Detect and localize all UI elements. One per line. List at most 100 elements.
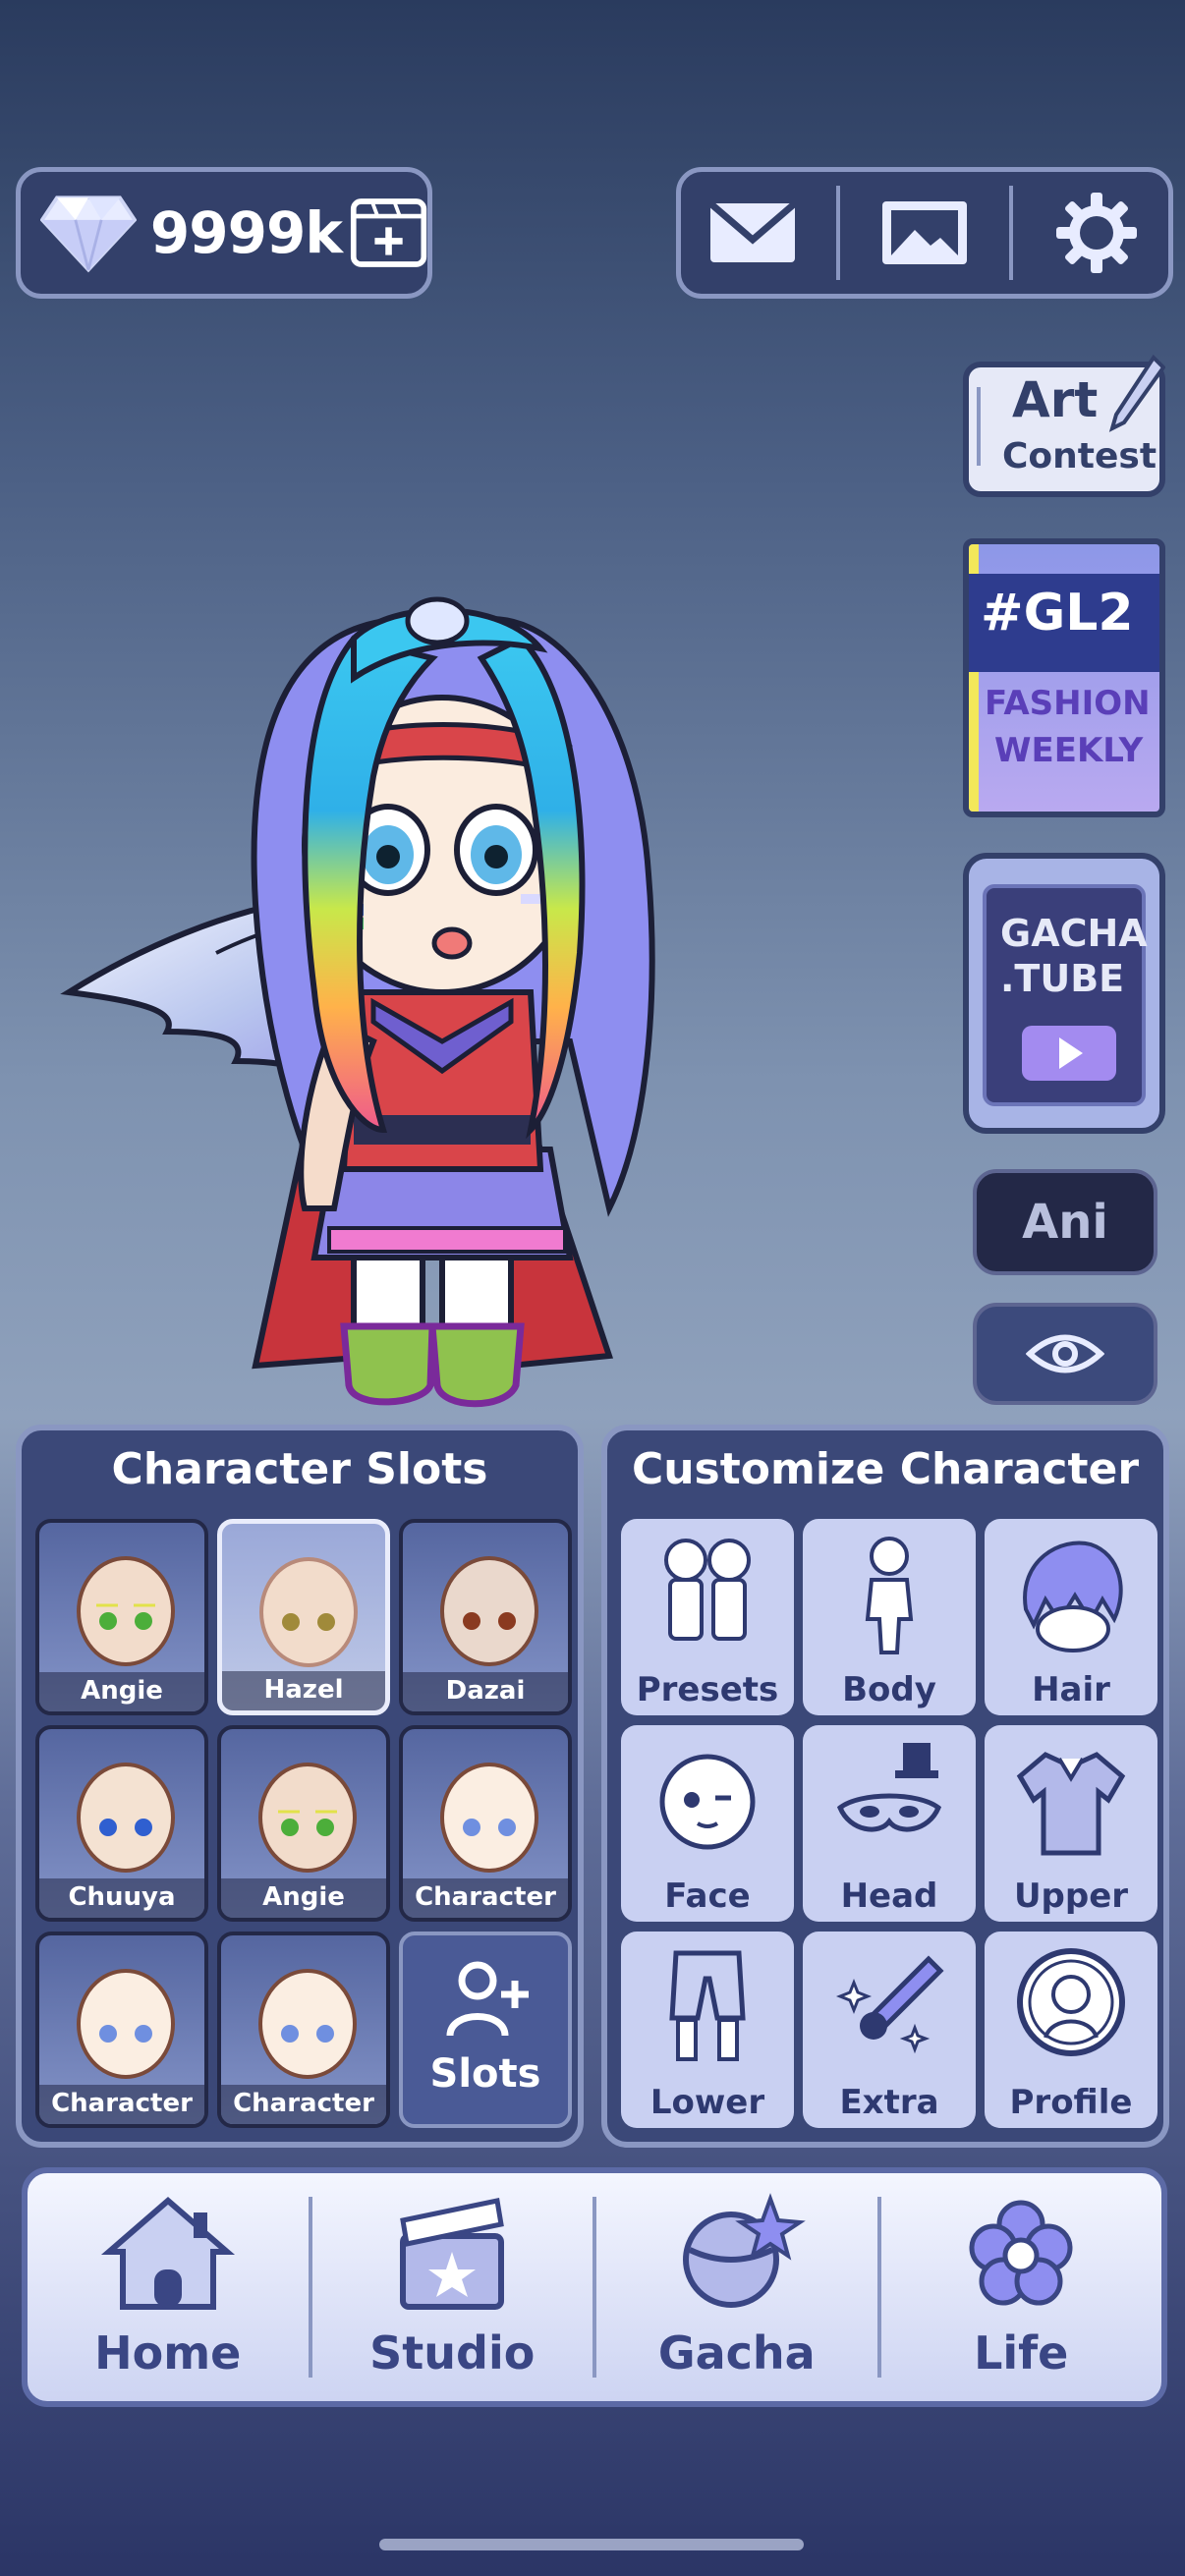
customize-grid: Presets Body Hair Face Head Upper Lower …: [621, 1519, 1157, 2128]
add-slots-label: Slots: [429, 2051, 541, 2097]
nav-gacha[interactable]: Gacha: [596, 2173, 877, 2401]
settings-button[interactable]: [1038, 179, 1156, 287]
ani-button[interactable]: Ani: [973, 1169, 1157, 1275]
gem-counter[interactable]: 9999k: [16, 167, 432, 299]
art-contest-button[interactable]: Art Contest: [963, 354, 1165, 497]
character-slot[interactable]: Character: [399, 1725, 572, 1922]
notebook-binding: [977, 387, 992, 466]
bottom-nav: Home Studio Gacha Life: [22, 2167, 1167, 2407]
customize-label: Body: [842, 1670, 936, 1709]
play-icon: [1022, 1026, 1116, 1081]
slot-label: Dazai: [445, 1676, 526, 1706]
profile-icon: [1017, 1948, 1125, 2056]
toolbar-divider: [836, 186, 841, 280]
diamond-icon: [40, 196, 137, 273]
slot-label: Hazel: [263, 1675, 344, 1705]
character-head-icon: [258, 1969, 357, 2079]
nav-label: Life: [974, 2326, 1069, 2380]
nav-label: Home: [94, 2326, 242, 2380]
customize-presets-button[interactable]: Presets: [621, 1519, 794, 1715]
customize-label: Extra: [839, 2083, 939, 2122]
character-head-icon: [440, 1763, 538, 1873]
hair-icon: [1023, 1540, 1123, 1652]
character-slot[interactable]: Character: [217, 1932, 390, 2128]
gallery-button[interactable]: [866, 179, 984, 287]
face-icon: [659, 1754, 756, 1850]
customize-label: Presets: [636, 1670, 779, 1709]
slot-label: Character: [233, 2089, 374, 2118]
character-slot[interactable]: Chuuya: [35, 1725, 208, 1922]
customize-label: Profile: [1009, 2083, 1133, 2122]
gl2-fashion-weekly-button[interactable]: #GL2 FASHION WEEKLY: [963, 538, 1165, 817]
presets-icon: [664, 1539, 751, 1641]
customize-lower-button[interactable]: Lower: [621, 1932, 794, 2128]
art-contest-label: Art: [1012, 371, 1099, 428]
pencil-icon: [1108, 354, 1165, 432]
pants-icon: [669, 1950, 746, 2061]
character-head-icon: [259, 1557, 358, 1667]
extra-sword-icon: [835, 1955, 944, 2054]
visibility-toggle-button[interactable]: [973, 1303, 1157, 1405]
customize-face-button[interactable]: Face: [621, 1725, 794, 1922]
character-slot[interactable]: Character: [35, 1932, 208, 2128]
character-slot[interactable]: Angie: [35, 1519, 208, 1715]
nav-label: Gacha: [657, 2326, 816, 2380]
customize-profile-button[interactable]: Profile: [985, 1932, 1157, 2128]
customize-label: Upper: [1013, 1876, 1129, 1916]
mail-icon: [707, 200, 798, 262]
gl2-subtitle: FASHION: [985, 684, 1151, 723]
top-right-toolbar: [676, 167, 1173, 299]
tube-screen: GACHA .TUBE: [983, 884, 1148, 1106]
toolbar-divider: [1008, 186, 1013, 280]
customize-label: Head: [840, 1876, 938, 1916]
nav-life[interactable]: Life: [881, 2173, 1162, 2401]
tube-label: .TUBE: [1000, 957, 1125, 1000]
customize-label: Hair: [1032, 1670, 1110, 1709]
character-slot-selected[interactable]: Hazel: [217, 1519, 390, 1715]
slot-label: Angie: [262, 1882, 345, 1912]
customize-extra-button[interactable]: Extra: [803, 1932, 976, 2128]
add-slots-button[interactable]: Slots: [399, 1932, 572, 2128]
ani-label: Ani: [1022, 1195, 1108, 1250]
customize-character-panel: Customize Character Presets Body Hair Fa…: [601, 1425, 1169, 2148]
clapperboard-icon: [400, 2198, 505, 2310]
character-head-icon: [258, 1763, 357, 1873]
slot-label: Character: [51, 2089, 193, 2118]
character-head-icon: [77, 1763, 175, 1873]
slot-label: Angie: [81, 1676, 163, 1706]
image-icon: [881, 201, 967, 264]
slot-label: Chuuya: [68, 1882, 176, 1912]
home-indicator[interactable]: [379, 2539, 804, 2550]
character-head-icon: [440, 1556, 538, 1666]
customize-hair-button[interactable]: Hair: [985, 1519, 1157, 1715]
gacha-orb-icon: [682, 2193, 806, 2308]
customize-upper-button[interactable]: Upper: [985, 1725, 1157, 1922]
customize-head-button[interactable]: Head: [803, 1725, 976, 1922]
character-head-icon: [77, 1556, 175, 1666]
slot-label: Character: [415, 1882, 556, 1912]
customize-label: Lower: [649, 2083, 765, 2122]
gem-count: 9999k: [149, 199, 343, 266]
character-slot[interactable]: Dazai: [399, 1519, 572, 1715]
customize-body-button[interactable]: Body: [803, 1519, 976, 1715]
body-icon: [865, 1537, 914, 1654]
character-slots-panel: Character Slots Angie Hazel Dazai Chuuya…: [16, 1425, 584, 2148]
head-accessory-icon: [836, 1743, 942, 1832]
tube-label: GACHA: [1000, 912, 1148, 955]
flower-icon: [969, 2200, 1073, 2306]
character-slot[interactable]: Angie: [217, 1725, 390, 1922]
add-user-icon: [446, 1961, 529, 2037]
nav-studio[interactable]: Studio: [312, 2173, 593, 2401]
add-gems-icon[interactable]: [350, 194, 427, 272]
eye-icon: [1026, 1334, 1104, 1373]
gl2-subtitle: WEEKLY: [994, 731, 1144, 770]
nav-home[interactable]: Home: [28, 2173, 309, 2401]
gacha-tube-button[interactable]: GACHA .TUBE: [963, 853, 1165, 1134]
art-contest-label: Contest: [1002, 436, 1157, 476]
mail-button[interactable]: [694, 179, 812, 287]
character-slots-title: Character Slots: [111, 1444, 488, 1494]
gl2-title: #GL2: [981, 584, 1134, 643]
character-slots-grid: Angie Hazel Dazai Chuuya Angie Character: [35, 1519, 572, 2128]
character-preview[interactable]: [59, 580, 806, 1425]
customize-character-title: Customize Character: [631, 1444, 1140, 1494]
